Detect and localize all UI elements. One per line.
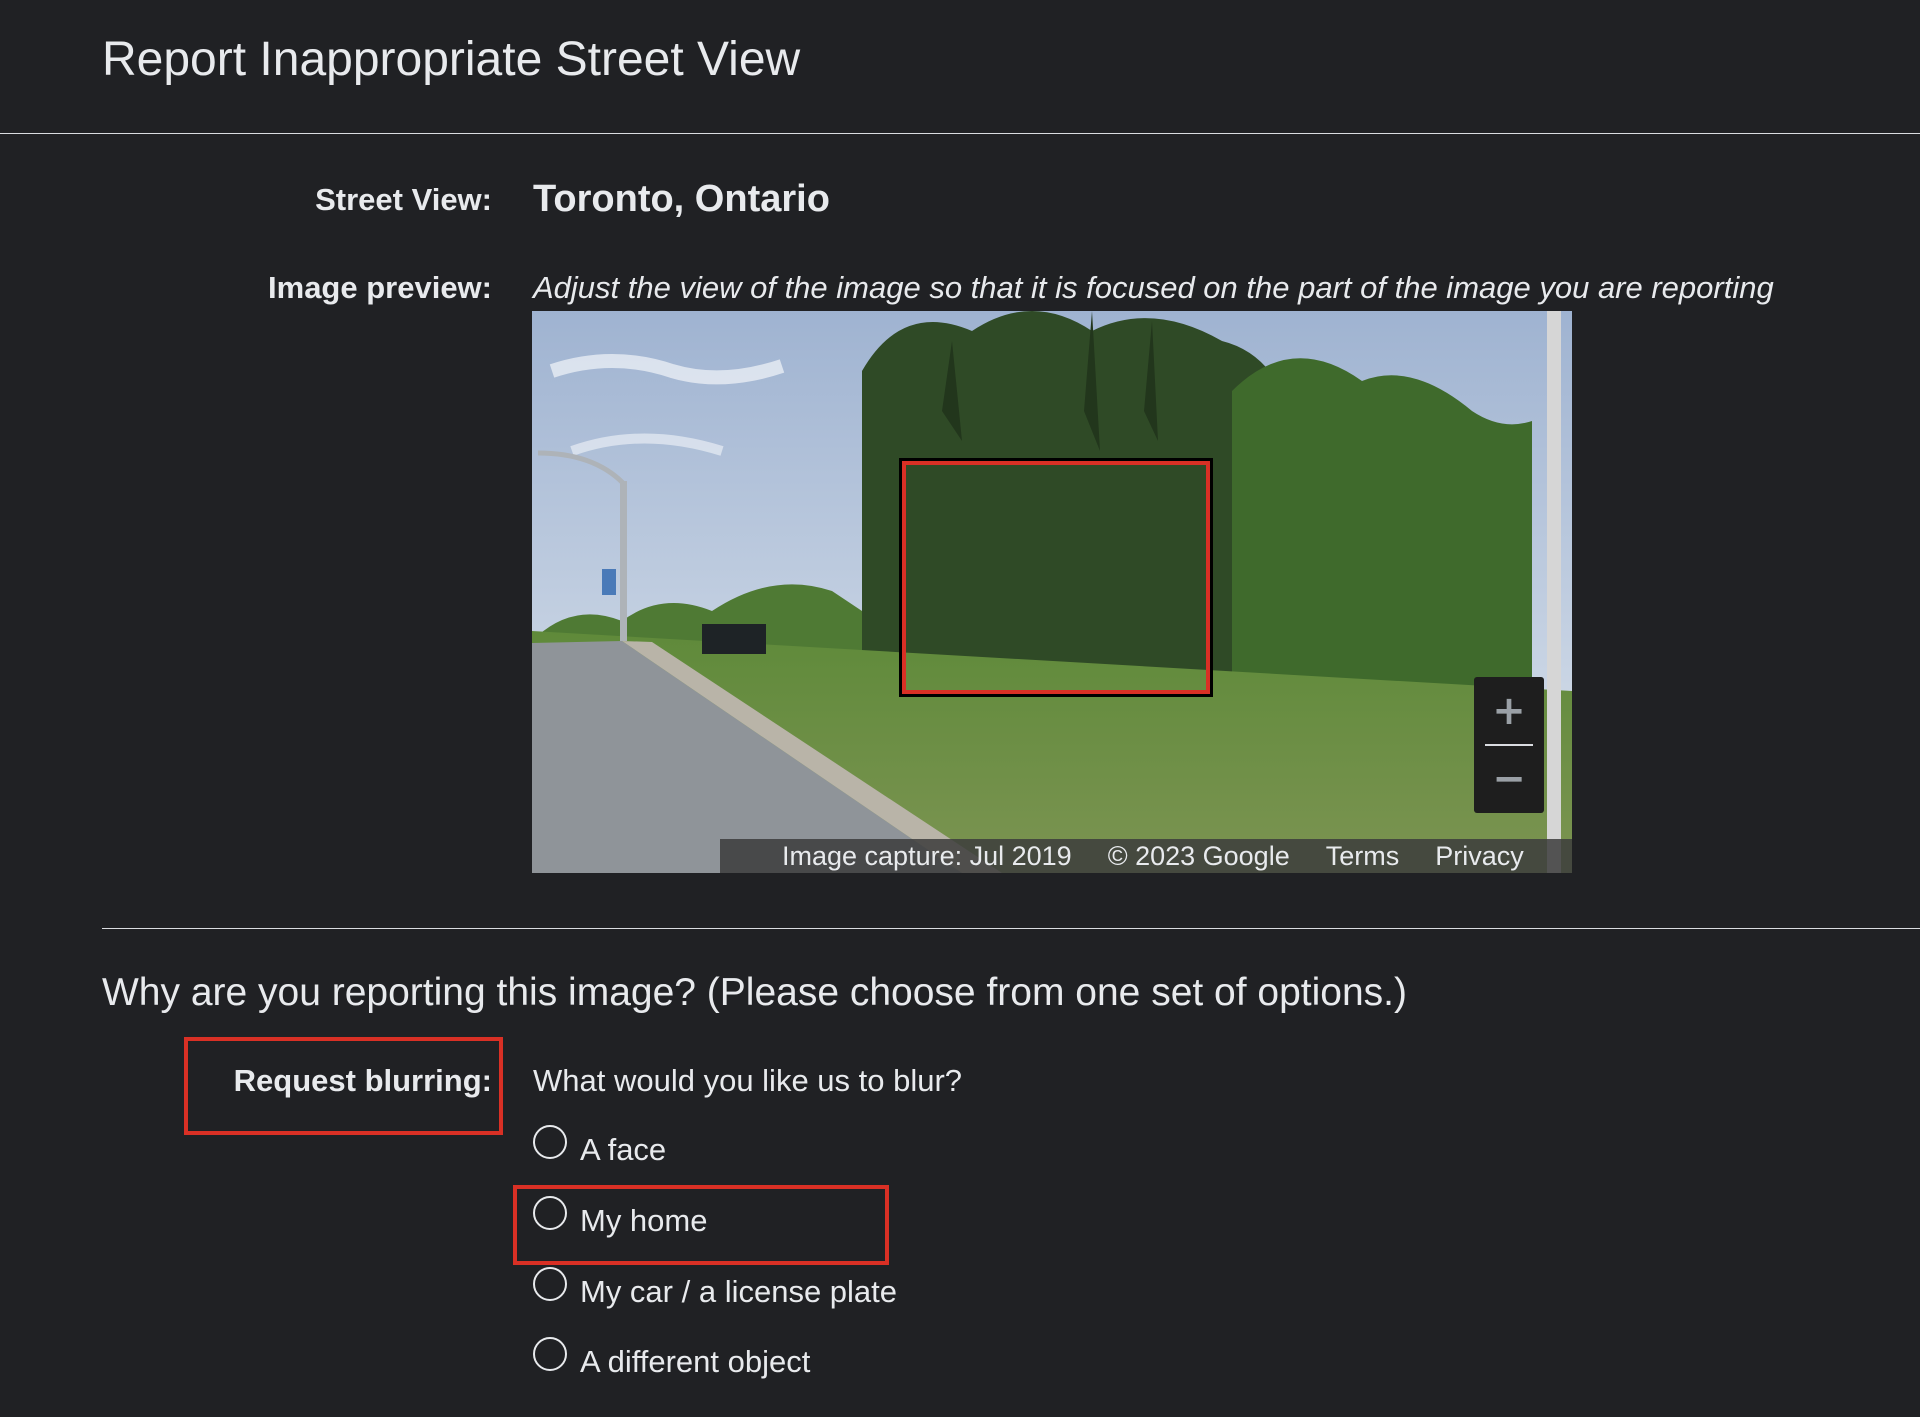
blur-question: What would you like us to blur?: [533, 1063, 963, 1098]
option-label: My car / a license plate: [580, 1274, 898, 1309]
copyright-text: © 2023 Google: [1107, 840, 1290, 871]
image-preview-instructions: Adjust the view of the image so that it …: [533, 270, 1774, 305]
street-view-image-preview[interactable]: + − Image capture: Jul 2019 © 2023 Googl…: [532, 311, 1572, 873]
radio-button[interactable]: [533, 1337, 567, 1371]
request-blurring-label: Request blurring:: [233, 1063, 492, 1098]
radio-button[interactable]: [533, 1125, 567, 1159]
radio-button[interactable]: [533, 1267, 567, 1301]
terms-link[interactable]: Terms: [1326, 841, 1400, 872]
street-view-location: Toronto, Ontario: [533, 178, 830, 220]
option-my-car-license-plate[interactable]: My car / a license plate: [533, 1267, 898, 1314]
radio-button[interactable]: [533, 1196, 567, 1230]
zoom-in-button[interactable]: +: [1474, 677, 1544, 745]
map-attribution: Image capture: Jul 2019 © 2023 Google Te…: [720, 839, 1572, 873]
page-title: Report Inappropriate Street View: [102, 33, 801, 86]
report-focus-box: [899, 458, 1213, 697]
zoom-out-button[interactable]: −: [1474, 745, 1544, 813]
option-my-home[interactable]: My home: [533, 1196, 708, 1243]
image-capture-date: Image capture: Jul 2019: [782, 840, 1072, 871]
option-label: A face: [580, 1132, 667, 1167]
image-preview-label: Image preview:: [268, 270, 492, 305]
option-label: A different object: [580, 1344, 811, 1379]
option-different-object[interactable]: A different object: [533, 1337, 811, 1384]
section-divider: [102, 928, 1920, 929]
option-a-face[interactable]: A face: [533, 1125, 667, 1172]
zoom-control: + −: [1474, 677, 1544, 813]
privacy-link[interactable]: Privacy: [1435, 841, 1524, 872]
option-label: My home: [580, 1203, 708, 1238]
page-header: Report Inappropriate Street View: [0, 0, 1920, 134]
report-reason-question: Why are you reporting this image? (Pleas…: [102, 971, 1407, 1014]
street-view-label: Street View:: [315, 182, 492, 217]
